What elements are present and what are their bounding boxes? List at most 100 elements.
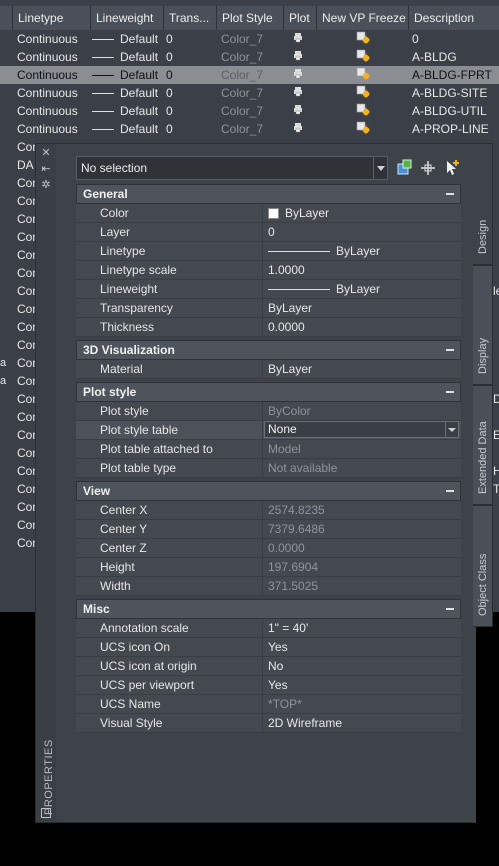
tab-extended-data[interactable]: Extended Data bbox=[473, 385, 493, 505]
linetype-cell[interactable]: Continuous bbox=[17, 30, 78, 48]
property-value[interactable]: 2D Wireframe bbox=[268, 714, 342, 732]
description-cell[interactable]: A-BLDG-SITE bbox=[412, 84, 487, 102]
transparency-cell[interactable]: 0 bbox=[166, 30, 173, 48]
collapse-icon[interactable] bbox=[446, 193, 454, 195]
layer-row[interactable]: Continuous Default 0 Color_7 A-BLDG bbox=[0, 48, 499, 66]
property-value[interactable]: ByLayer bbox=[268, 280, 380, 298]
section-misc[interactable]: Misc bbox=[76, 599, 461, 619]
lineweight-cell[interactable]: Default bbox=[120, 120, 158, 138]
printer-icon[interactable] bbox=[293, 48, 303, 66]
tab-object-class[interactable]: Object Class bbox=[473, 505, 493, 627]
transparency-cell[interactable]: 0 bbox=[166, 84, 173, 102]
collapse-icon[interactable] bbox=[446, 349, 454, 351]
property-row[interactable]: Plot style table None bbox=[76, 421, 461, 440]
property-row[interactable]: Center Y 7379.6486 bbox=[76, 520, 461, 539]
description-cell[interactable]: A-BLDG bbox=[412, 48, 457, 66]
printer-icon[interactable] bbox=[293, 102, 303, 120]
linetype-cell[interactable]: Continuous bbox=[17, 66, 78, 84]
collapse-icon[interactable] bbox=[446, 391, 454, 393]
property-value[interactable]: ByLayer bbox=[268, 242, 380, 260]
property-row[interactable]: Color ByLayer bbox=[76, 204, 461, 223]
column-header[interactable]: Plot Style bbox=[216, 6, 283, 30]
transparency-cell[interactable]: 0 bbox=[166, 102, 173, 120]
column-header[interactable]: New VP Freeze bbox=[316, 6, 408, 30]
layer-row-fragment[interactable]: DA bbox=[17, 156, 34, 174]
select-objects-icon[interactable] bbox=[418, 158, 438, 178]
property-row[interactable]: Linetype scale 1.0000 bbox=[76, 261, 461, 280]
close-icon[interactable]: ✕ bbox=[41, 148, 51, 159]
printer-icon[interactable] bbox=[293, 120, 303, 138]
description-cell[interactable]: 0 bbox=[412, 30, 419, 48]
property-row[interactable]: UCS icon On Yes bbox=[76, 638, 461, 657]
property-row[interactable]: Height 197.6904 bbox=[76, 558, 461, 577]
chevron-down-icon[interactable] bbox=[373, 157, 387, 179]
printer-icon[interactable] bbox=[293, 30, 303, 48]
property-row[interactable]: Material ByLayer bbox=[76, 360, 461, 379]
linetype-cell[interactable]: Continuous bbox=[17, 102, 78, 120]
layer-row[interactable]: Continuous Default 0 Color_7 A-PROP-LINE bbox=[0, 120, 499, 138]
property-value[interactable]: ByLayer bbox=[268, 299, 312, 317]
description-cell[interactable]: A-BLDG-UTIL bbox=[412, 102, 487, 120]
printer-icon[interactable] bbox=[293, 66, 303, 84]
description-cell[interactable]: A-PROP-LINE bbox=[412, 120, 489, 138]
printer-icon[interactable] bbox=[293, 84, 303, 102]
lineweight-cell[interactable]: Default bbox=[120, 102, 158, 120]
property-row[interactable]: Plot table attached to Model bbox=[76, 440, 461, 459]
property-row[interactable]: Width 371.5025 bbox=[76, 577, 461, 596]
column-header[interactable]: Plot bbox=[283, 6, 316, 30]
property-value[interactable]: ByLayer bbox=[268, 360, 312, 378]
vp-freeze-icon[interactable] bbox=[356, 48, 371, 66]
palette-menu-icon[interactable] bbox=[41, 808, 51, 818]
transparency-cell[interactable]: 0 bbox=[166, 120, 173, 138]
property-row[interactable]: Plot style ByColor bbox=[76, 402, 461, 421]
property-row[interactable]: Visual Style 2D Wireframe bbox=[76, 714, 461, 733]
section-general[interactable]: General bbox=[76, 184, 461, 204]
linetype-cell[interactable]: Continuous bbox=[17, 120, 78, 138]
lineweight-cell[interactable]: Default bbox=[120, 48, 158, 66]
property-row[interactable]: Linetype ByLayer bbox=[76, 242, 461, 261]
column-header[interactable]: Trans... bbox=[163, 6, 216, 30]
selection-dropdown[interactable]: No selection bbox=[76, 156, 388, 180]
property-row[interactable]: Center Z 0.0000 bbox=[76, 539, 461, 558]
property-row[interactable]: Layer 0 bbox=[76, 223, 461, 242]
collapse-icon[interactable] bbox=[446, 608, 454, 610]
vp-freeze-icon[interactable] bbox=[356, 30, 371, 48]
property-value[interactable]: 1" = 40' bbox=[268, 619, 308, 637]
property-value[interactable]: No bbox=[268, 657, 283, 675]
lineweight-cell[interactable]: Default bbox=[120, 30, 158, 48]
property-row[interactable]: UCS per viewport Yes bbox=[76, 676, 461, 695]
property-row[interactable]: Thickness 0.0000 bbox=[76, 318, 461, 337]
collapse-icon[interactable] bbox=[446, 490, 454, 492]
chevron-down-icon[interactable] bbox=[445, 422, 458, 437]
quick-select-icon[interactable] bbox=[395, 158, 415, 178]
property-row[interactable]: UCS Name *TOP* bbox=[76, 695, 461, 714]
vp-freeze-icon[interactable] bbox=[356, 84, 371, 102]
palette-title-strip[interactable]: ✕ ⇤ ✲ PROPERTIES bbox=[36, 144, 57, 822]
property-row[interactable]: Plot table type Not available bbox=[76, 459, 461, 478]
property-value[interactable]: Yes bbox=[268, 676, 288, 694]
section-plot-style[interactable]: Plot style bbox=[76, 382, 461, 402]
tab-display[interactable]: Display bbox=[473, 265, 493, 385]
property-row[interactable]: Transparency ByLayer bbox=[76, 299, 461, 318]
property-value[interactable]: ByLayer bbox=[268, 204, 329, 222]
description-cell[interactable]: A-BLDG-FPRT bbox=[412, 66, 492, 84]
column-header[interactable]: Linetype bbox=[12, 6, 90, 30]
lineweight-cell[interactable]: Default bbox=[120, 66, 158, 84]
transparency-cell[interactable]: 0 bbox=[166, 66, 173, 84]
toggle-pickadd-icon[interactable] bbox=[442, 158, 462, 178]
property-row[interactable]: UCS icon at origin No bbox=[76, 657, 461, 676]
property-row[interactable]: Center X 2574.8235 bbox=[76, 501, 461, 520]
layer-row[interactable]: Continuous Default 0 Color_7 A-BLDG-FPRT bbox=[0, 66, 499, 84]
section-3d-visualization[interactable]: 3D Visualization bbox=[76, 340, 461, 360]
vp-freeze-icon[interactable] bbox=[356, 120, 371, 138]
column-header[interactable]: Description bbox=[408, 6, 499, 30]
property-row[interactable]: Annotation scale 1" = 40' bbox=[76, 619, 461, 638]
vp-freeze-icon[interactable] bbox=[356, 102, 371, 120]
tab-design[interactable]: Design bbox=[473, 143, 493, 265]
plot-style-table-dropdown[interactable]: None bbox=[264, 421, 459, 438]
column-header[interactable]: Lineweight bbox=[90, 6, 163, 30]
transparency-cell[interactable]: 0 bbox=[166, 48, 173, 66]
property-value[interactable]: 0 bbox=[268, 223, 275, 241]
property-row[interactable]: Lineweight ByLayer bbox=[76, 280, 461, 299]
vp-freeze-icon[interactable] bbox=[356, 66, 371, 84]
